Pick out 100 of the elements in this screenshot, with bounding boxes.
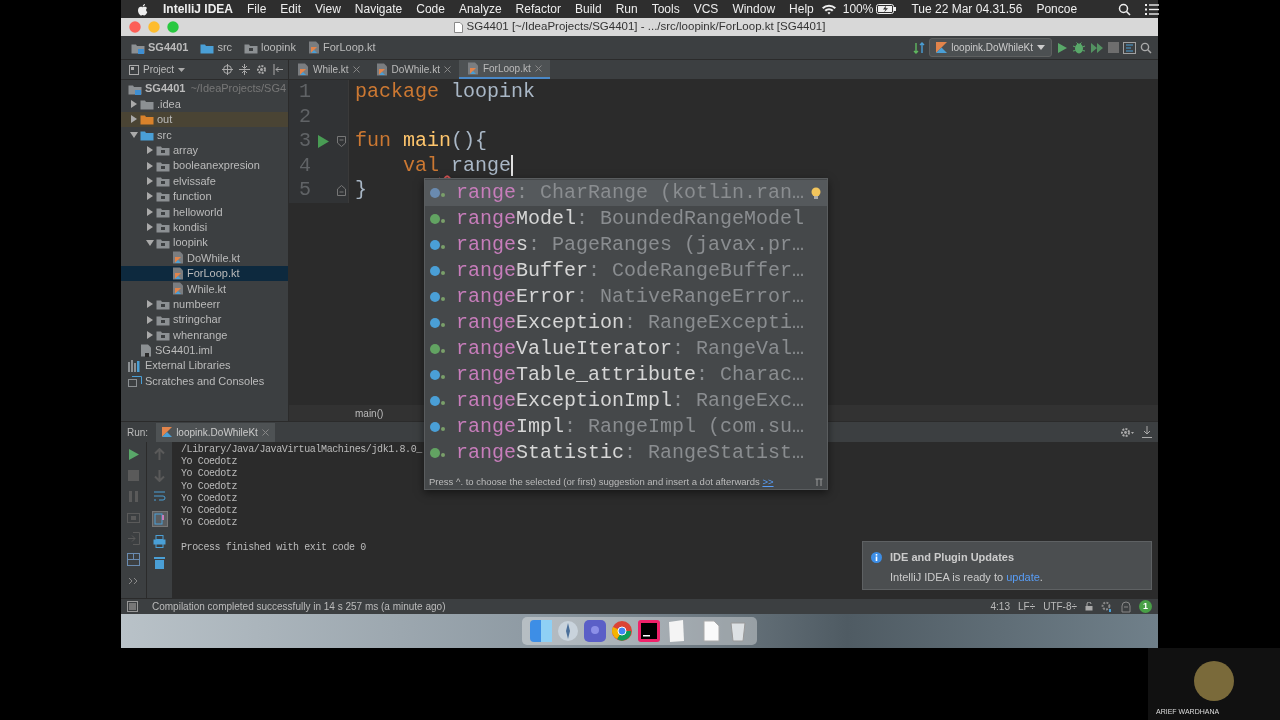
collapsed-arrow-icon[interactable]	[147, 192, 153, 201]
tree-item[interactable]: stringchar	[121, 311, 288, 328]
more-link[interactable]: >>	[762, 475, 774, 487]
tree-item[interactable]: While.kt	[121, 281, 288, 297]
expanded-arrow-icon[interactable]	[146, 239, 154, 246]
tree-item[interactable]: kondisi	[121, 219, 288, 235]
project-view-dropdown[interactable]: Project	[129, 62, 186, 77]
editor-tab[interactable]: ForLoop.kt	[458, 60, 550, 79]
lock-icon[interactable]	[1085, 602, 1093, 611]
tree-item[interactable]: out	[121, 111, 288, 128]
collapsed-arrow-icon[interactable]	[147, 330, 153, 339]
bug-icon[interactable]	[1072, 41, 1086, 54]
close-icon[interactable]	[352, 66, 360, 73]
inspector-icon[interactable]	[1121, 600, 1131, 613]
completion-item[interactable]: rangeTable_attribute: Charac…	[425, 362, 827, 388]
menu-item[interactable]: VCS	[686, 0, 726, 18]
menu-item[interactable]: Analyze	[451, 0, 509, 18]
completion-item[interactable]: rangeBuffer: CodeRangeBuffer…	[425, 258, 827, 284]
compass-icon[interactable]	[557, 620, 579, 642]
tree-item[interactable]: SG4401.iml	[121, 342, 288, 359]
tree-item[interactable]: booleanexpresion	[121, 157, 288, 174]
menu-item[interactable]: Run	[608, 0, 645, 18]
collapsed-arrow-icon[interactable]	[147, 315, 153, 324]
list-icon[interactable]	[1145, 3, 1160, 15]
user-name[interactable]: Poncoe	[1029, 0, 1085, 18]
tree-item[interactable]: Scratches and Consoles	[121, 373, 288, 389]
tree-item[interactable]: function	[121, 188, 288, 205]
menu-item[interactable]: View	[308, 0, 348, 18]
crosshair-icon[interactable]	[222, 64, 233, 75]
collapsed-arrow-icon[interactable]	[147, 223, 153, 232]
run-icon[interactable]	[127, 448, 140, 461]
gear-icon[interactable]	[1120, 426, 1134, 438]
breadcrumb-item[interactable]: ForLoop.kt	[303, 39, 380, 56]
close-icon[interactable]	[443, 66, 451, 73]
completion-item[interactable]: rangeValueIterator: RangeVal…	[425, 336, 827, 362]
menu-item[interactable]: Help	[782, 0, 821, 18]
layout-icon[interactable]	[127, 553, 140, 566]
tree-item[interactable]: SG4401 ~/IdeaProjects/SG4	[121, 81, 288, 97]
fold-marker-icon[interactable]	[336, 135, 346, 147]
close-button[interactable]	[129, 21, 141, 33]
download-icon[interactable]	[1142, 426, 1152, 438]
completion-item[interactable]: rangeExceptionImpl: RangeExc…	[425, 388, 827, 414]
browser-icon[interactable]	[611, 620, 633, 642]
run-icon[interactable]	[317, 134, 329, 148]
hide-icon[interactable]	[273, 64, 284, 75]
collapsed-arrow-icon[interactable]	[147, 161, 153, 170]
tree-item[interactable]: loopink	[121, 234, 288, 251]
collapsed-arrow-icon[interactable]	[147, 177, 153, 186]
expanded-arrow-icon[interactable]	[130, 131, 138, 138]
menu-item[interactable]: Build	[567, 0, 609, 18]
menu-item[interactable]: Code	[409, 0, 452, 18]
app-icon[interactable]	[584, 620, 606, 642]
print-icon[interactable]	[153, 535, 166, 548]
breadcrumb-item[interactable]: src	[196, 39, 237, 56]
menu-item[interactable]: Navigate	[347, 0, 410, 18]
tree-item[interactable]: elvissafe	[121, 173, 288, 189]
completion-item[interactable]: rangeException: RangeExcepti…	[425, 310, 827, 336]
run-tab[interactable]: loopink.DoWhileKt	[156, 422, 275, 442]
completion-item[interactable]: rangeImpl: RangeImpl (com.su…	[425, 414, 827, 440]
collapse-icon[interactable]	[239, 64, 250, 75]
sort-icon[interactable]	[913, 41, 926, 54]
breadcrumb-item[interactable]: SG4401	[127, 39, 193, 56]
breadcrumb-item[interactable]: loopink	[240, 39, 300, 56]
trash-icon[interactable]	[727, 620, 749, 642]
lightbulb-icon[interactable]	[811, 186, 821, 200]
ide-icon[interactable]	[638, 620, 660, 642]
run-configuration-dropdown[interactable]: loopink.DoWhileKt	[929, 38, 1052, 57]
cursor-position[interactable]: 4:13	[990, 599, 1010, 614]
structure-icon[interactable]	[1123, 41, 1136, 54]
event-log-badge[interactable]: 1	[1139, 600, 1152, 613]
fold-marker-icon[interactable]	[336, 184, 346, 196]
collapsed-arrow-icon[interactable]	[131, 100, 137, 109]
file-encoding[interactable]: UTF-8÷	[1043, 599, 1077, 614]
tree-item[interactable]: .idea	[121, 96, 288, 112]
menu-item[interactable]: Edit	[273, 0, 309, 18]
trash-icon[interactable]	[153, 556, 166, 569]
tree-item[interactable]: whenrange	[121, 327, 288, 343]
line-separator[interactable]: LF÷	[1018, 599, 1036, 614]
tree-item[interactable]: DoWhile.kt	[121, 250, 288, 266]
completion-item[interactable]: rangeModel: BoundedRangeModel	[425, 206, 827, 232]
tree-item[interactable]: numbeerr	[121, 296, 288, 312]
completion-item[interactable]: rangeStatistic: RangeStatist…	[425, 440, 827, 466]
scroll-to-end-icon[interactable]	[151, 511, 168, 527]
editor-tab[interactable]: While.kt	[289, 60, 368, 79]
menu-item[interactable]: Refactor	[508, 0, 568, 18]
collapsed-arrow-icon[interactable]	[147, 300, 153, 309]
finder-icon[interactable]	[530, 620, 552, 642]
update-link[interactable]: update	[1006, 570, 1040, 583]
completion-item[interactable]: ranges: PageRanges (javax.pr…	[425, 232, 827, 258]
tree-item[interactable]: External Libraries	[121, 358, 288, 374]
close-icon[interactable]	[534, 65, 542, 72]
menu-item[interactable]: Tools	[644, 0, 687, 18]
wrap-icon[interactable]	[153, 490, 166, 503]
tree-item[interactable]: src	[121, 127, 288, 143]
search-icon[interactable]	[1118, 2, 1132, 16]
run-icon[interactable]	[1056, 41, 1068, 54]
tree-item[interactable]: helloworld	[121, 204, 288, 220]
pin-icon[interactable]	[815, 478, 823, 486]
tree-item[interactable]: array	[121, 142, 288, 158]
collapsed-arrow-icon[interactable]	[147, 146, 153, 155]
